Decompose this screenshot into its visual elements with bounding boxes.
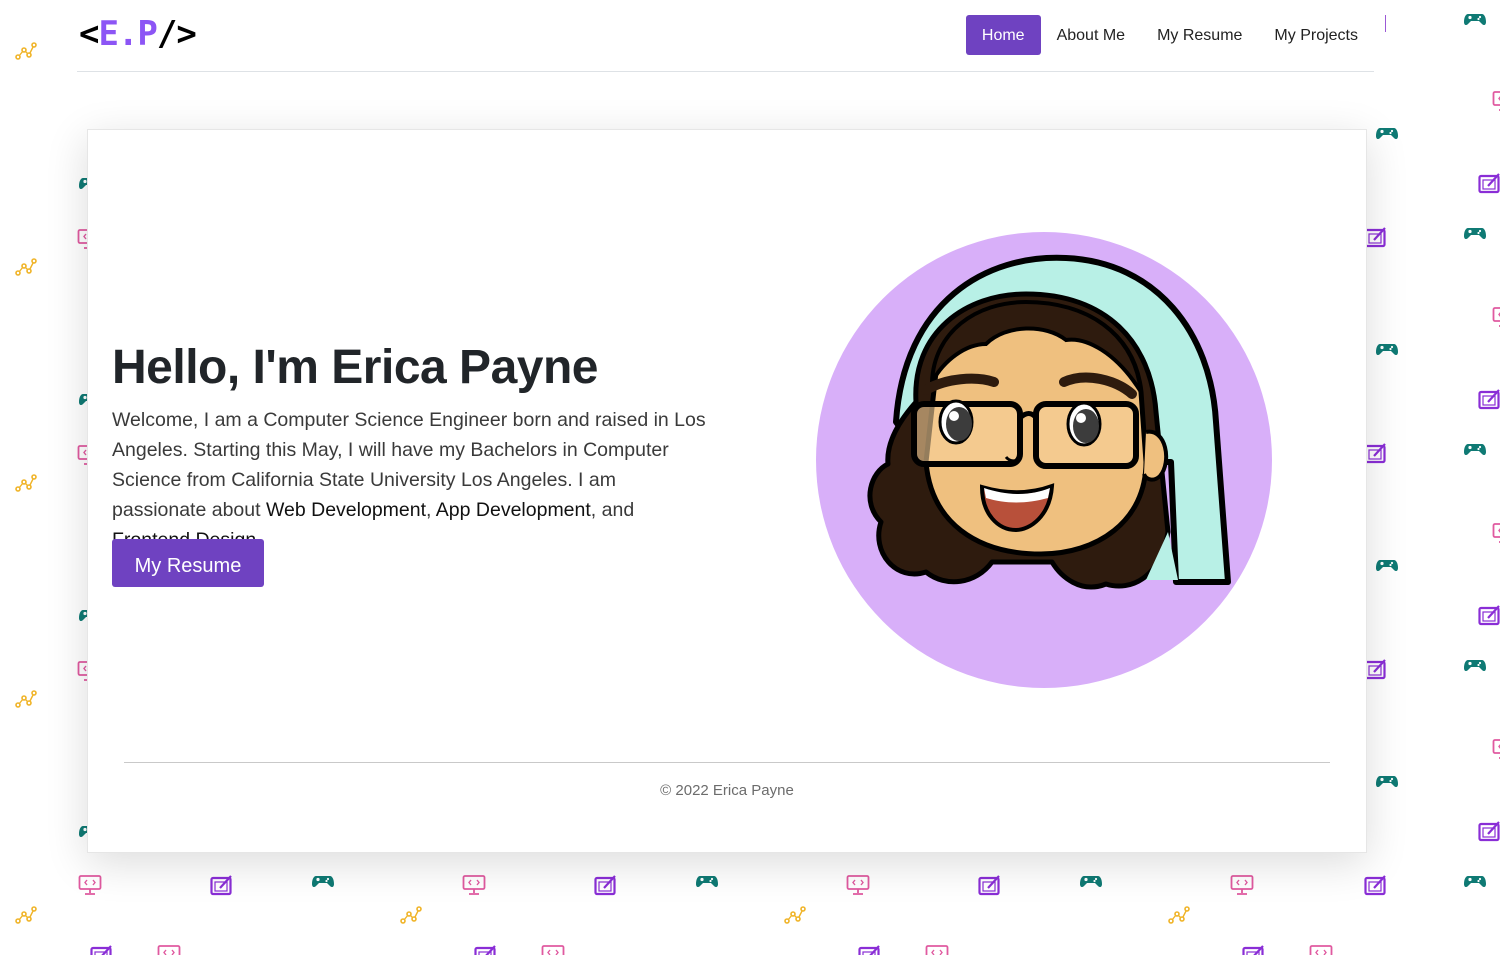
drawing-tablet-icon bbox=[474, 944, 498, 955]
hero-description: Welcome, I am a Computer Science Enginee… bbox=[112, 405, 712, 555]
site-logo[interactable]: < E.P /> bbox=[79, 14, 197, 54]
nav-link-home[interactable]: Home bbox=[965, 15, 1041, 55]
gamepad-icon bbox=[1463, 870, 1487, 892]
monitor-code-icon bbox=[157, 944, 181, 955]
chart-icon bbox=[13, 256, 37, 278]
monitor-code-icon bbox=[1492, 738, 1500, 760]
nav-link-my-projects[interactable]: My Projects bbox=[1258, 15, 1374, 55]
gamepad-icon bbox=[1463, 654, 1487, 676]
footer-divider bbox=[124, 762, 1330, 763]
hero-card: Hello, I'm Erica Payne Welcome, I am a C… bbox=[87, 129, 1367, 853]
monitor-code-icon bbox=[78, 874, 102, 896]
hero-separator-2: , and bbox=[590, 499, 635, 521]
top-navbar: < E.P /> Home About Me My Resume My Proj… bbox=[77, 0, 1374, 72]
nav-divider bbox=[1385, 15, 1386, 32]
drawing-tablet-icon bbox=[1364, 442, 1388, 464]
skill-app-development: App Development bbox=[435, 499, 591, 521]
monitor-code-icon bbox=[1492, 306, 1500, 328]
skill-web-development: Web Development bbox=[265, 499, 427, 521]
chart-icon bbox=[13, 40, 37, 62]
gamepad-icon bbox=[1463, 222, 1487, 244]
gamepad-icon bbox=[1375, 338, 1399, 360]
monitor-code-icon bbox=[1492, 522, 1500, 544]
logo-initials: E.P bbox=[98, 14, 157, 54]
drawing-tablet-icon bbox=[978, 874, 1002, 896]
monitor-code-icon bbox=[925, 944, 949, 955]
gamepad-icon bbox=[1463, 8, 1487, 30]
drawing-tablet-icon bbox=[594, 874, 618, 896]
hero-title: Hello, I'm Erica Payne bbox=[112, 341, 598, 394]
drawing-tablet-icon bbox=[1478, 388, 1500, 410]
drawing-tablet-icon bbox=[1478, 820, 1500, 842]
avatar-svg bbox=[816, 232, 1272, 688]
gamepad-icon bbox=[1463, 438, 1487, 460]
monitor-code-icon bbox=[462, 874, 486, 896]
nav-link-my-resume[interactable]: My Resume bbox=[1141, 15, 1258, 55]
monitor-code-icon bbox=[1309, 944, 1333, 955]
drawing-tablet-icon bbox=[90, 944, 114, 955]
chart-icon bbox=[398, 904, 422, 926]
gamepad-icon bbox=[1375, 770, 1399, 792]
chart-icon bbox=[13, 472, 37, 494]
monitor-code-icon bbox=[1230, 874, 1254, 896]
gamepad-icon bbox=[695, 870, 719, 892]
hero-separator-1: , bbox=[426, 499, 436, 521]
footer-copyright: © 2022 Erica Payne bbox=[660, 782, 794, 799]
monitor-code-icon bbox=[1492, 90, 1500, 112]
logo-close-bracket: /> bbox=[156, 14, 197, 54]
chart-icon bbox=[1166, 904, 1190, 926]
drawing-tablet-icon bbox=[1364, 658, 1388, 680]
drawing-tablet-icon bbox=[1364, 874, 1388, 896]
drawing-tablet-icon bbox=[1242, 944, 1266, 955]
chart-icon bbox=[13, 688, 37, 710]
drawing-tablet-icon bbox=[1364, 226, 1388, 248]
gamepad-icon bbox=[1079, 870, 1103, 892]
drawing-tablet-icon bbox=[1478, 604, 1500, 626]
logo-open-bracket: < bbox=[79, 14, 100, 54]
avatar-illustration bbox=[816, 232, 1272, 688]
nav-link-about-me[interactable]: About Me bbox=[1041, 15, 1141, 55]
drawing-tablet-icon bbox=[210, 874, 234, 896]
gamepad-icon bbox=[1375, 554, 1399, 576]
monitor-code-icon bbox=[541, 944, 565, 955]
drawing-tablet-icon bbox=[858, 944, 882, 955]
nav-links: Home About Me My Resume My Projects bbox=[965, 15, 1374, 55]
chart-icon bbox=[13, 904, 37, 926]
chart-icon bbox=[782, 904, 806, 926]
gamepad-icon bbox=[1375, 122, 1399, 144]
drawing-tablet-icon bbox=[1478, 172, 1500, 194]
my-resume-button[interactable]: My Resume bbox=[112, 539, 264, 587]
monitor-code-icon bbox=[846, 874, 870, 896]
gamepad-icon bbox=[311, 870, 335, 892]
